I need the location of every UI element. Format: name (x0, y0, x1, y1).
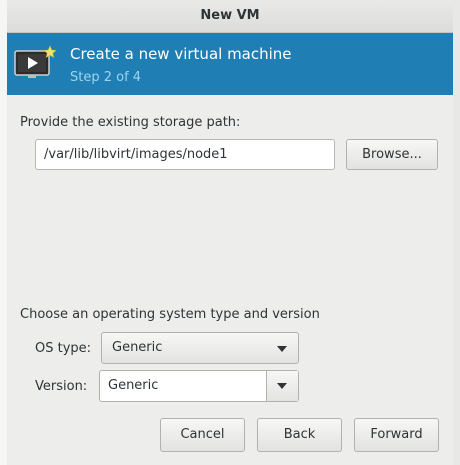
storage-path-label: Provide the existing storage path: (20, 115, 241, 130)
back-button[interactable]: Back (257, 418, 342, 452)
os-type-label: OS type: (35, 341, 92, 356)
banner-step: Step 2 of 4 (70, 70, 142, 85)
banner-title: Create a new virtual machine (70, 45, 292, 63)
wizard-content: Provide the existing storage path: /var/… (7, 95, 453, 465)
forward-button-label: Forward (370, 427, 423, 442)
chevron-down-icon (277, 383, 287, 389)
wizard-banner: Create a new virtual machine Step 2 of 4 (7, 33, 453, 95)
browse-button[interactable]: Browse... (346, 139, 438, 170)
cancel-button[interactable]: Cancel (160, 418, 245, 452)
version-label: Version: (35, 379, 88, 394)
vm-display-new-icon (14, 45, 56, 78)
forward-button[interactable]: Forward (354, 418, 439, 452)
cancel-button-label: Cancel (180, 427, 225, 442)
version-dropdown-button[interactable] (266, 371, 298, 401)
version-combo[interactable]: Generic (99, 370, 299, 402)
window-titlebar[interactable]: New VM (7, 0, 453, 33)
new-vm-dialog: Create a new virtual machine Step 2 of 4… (7, 33, 453, 465)
new-vm-window: New VM Create a new virtual machine Step… (0, 0, 460, 465)
browse-button-label: Browse... (362, 147, 422, 162)
os-section-label: Choose an operating system type and vers… (20, 307, 320, 322)
storage-path-input[interactable]: /var/lib/libvirt/images/node1 (35, 139, 335, 170)
chevron-down-icon (277, 346, 287, 352)
os-type-value: Generic (112, 340, 163, 355)
version-value[interactable]: Generic (108, 371, 158, 401)
window-title: New VM (200, 8, 260, 23)
os-type-dropdown[interactable]: Generic (101, 332, 299, 364)
back-button-label: Back (283, 427, 316, 442)
